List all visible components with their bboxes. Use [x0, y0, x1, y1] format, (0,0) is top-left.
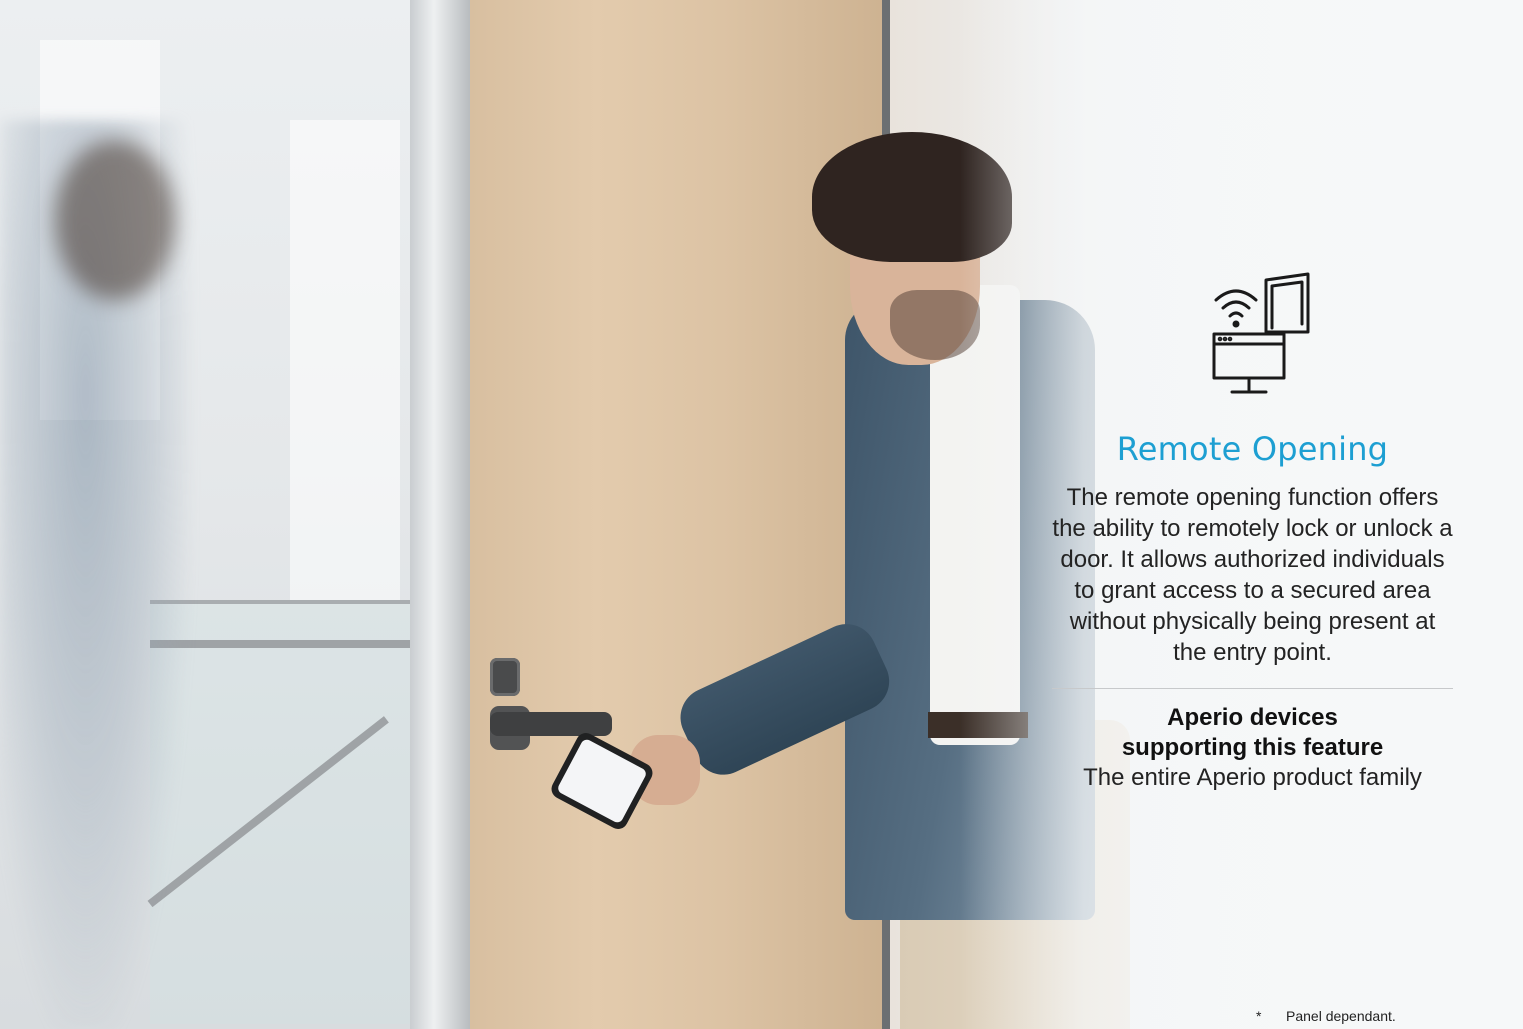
footnote: * Panel dependant. — [1256, 1008, 1396, 1024]
divider — [1052, 688, 1453, 689]
support-value: The entire Aperio product family — [1083, 764, 1422, 791]
feature-title: Remote Opening — [1116, 430, 1389, 468]
footnote-marker: * — [1256, 1008, 1262, 1024]
door-frame — [410, 0, 470, 1029]
support-title-line2: supporting this feature — [1121, 734, 1384, 761]
blurred-person-head — [55, 140, 175, 300]
feature-panel: Remote Opening The remote opening functi… — [1050, 270, 1455, 793]
support-title-line1: Aperio devices — [1167, 704, 1338, 731]
window-pane — [290, 120, 400, 600]
wooden-door — [470, 0, 890, 1029]
wifi-monitor-door-icon — [1212, 272, 1309, 394]
lock-reader — [490, 658, 520, 696]
door-handle — [490, 712, 612, 736]
feature-description: The remote opening function offers the a… — [1052, 484, 1453, 666]
footnote-text: Panel dependant. — [1286, 1008, 1396, 1024]
